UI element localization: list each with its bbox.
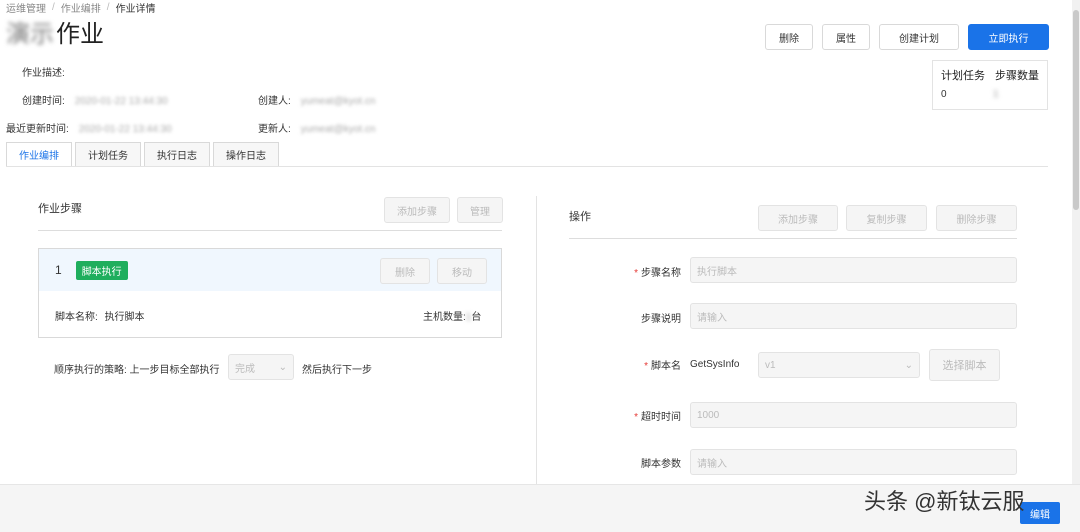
properties-button[interactable]: 属性 [822,24,870,50]
host-count-unit: 台 [471,312,482,323]
updated-time-value: 2020-01-22 13:44:30 [78,124,172,135]
tab-orchestration[interactable]: 作业编排 [6,142,72,166]
step-name-label: * 步骤名称 [634,268,681,279]
step-desc-input[interactable]: 请输入 [690,303,1017,329]
chevron-down-icon: ⌄ [278,361,287,373]
host-count-label: 主机数量: [423,312,466,323]
step-script-name: 脚本名称: 执行脚本 [55,308,145,323]
tab-divider [6,166,1048,167]
breadcrumb-ops[interactable]: 运维管理 [6,0,46,15]
updater: 更新人: yumeat@kyot.cn [258,120,375,135]
updated-time: 最近更新时间: 2020-01-22 13:44:30 [6,120,172,135]
breadcrumb-current: 作业详情 [115,3,156,15]
page-title-text: 作业 [56,21,104,48]
page-title-blurred: 演示 [6,21,54,48]
created-time-value: 2020-01-22 13:44:30 [74,96,168,107]
creator-value: yumeat@kyot.cn [300,96,376,107]
strategy-select-value: 完成 [235,363,255,375]
tab-plan-tasks[interactable]: 计划任务 [75,142,141,166]
created-time-label: 创建时间: [22,96,65,107]
page-title: 演示 作业 [6,14,104,49]
script-params-label: 脚本参数 [641,459,681,470]
steps-count-label: 步骤数量 [995,70,1039,82]
delete-button[interactable]: 删除 [765,24,813,50]
script-version-value: v1 [765,359,776,371]
tab-operation-log[interactable]: 操作日志 [213,142,279,166]
step-host-count: 主机数量:1台 [423,308,481,323]
execute-now-button[interactable]: 立即执行 [968,24,1049,50]
watermark: 头条 @新钛云服 [864,489,1025,514]
tab-execution-log[interactable]: 执行日志 [144,142,210,166]
script-version-select[interactable]: v1 ⌄ [758,352,920,378]
job-description-label: 作业描述: [22,68,65,79]
stats-box: 计划任务 步骤数量 0 1 [932,60,1048,110]
step-name-input[interactable]: 执行脚本 [690,257,1017,283]
chevron-down-icon: ⌄ [904,359,913,371]
strategy-suffix: 然后执行下一步 [302,365,372,376]
strategy-select[interactable]: 完成 ⌄ [228,354,294,380]
strategy-prefix: 顺序执行的策略: 上一步目标全部执行 [54,365,220,376]
creator-label: 创建人: [258,96,291,107]
script-params-input[interactable]: 请输入 [690,449,1017,475]
right-divider [569,238,1017,239]
step-desc-label: 步骤说明 [641,314,681,325]
tab-bar: 作业编排 计划任务 执行日志 操作日志 [6,142,282,166]
add-step-button[interactable]: 添加步骤 [384,197,450,223]
scrollbar-thumb[interactable] [1073,10,1079,210]
left-divider [38,230,502,231]
step-card-header: 1 脚本执行 删除 移动 [39,249,501,291]
breadcrumb-separator: / [106,1,110,13]
breadcrumb-separator: / [52,1,55,13]
script-name-label: * 脚本名 [644,361,681,372]
step-delete-button[interactable]: 删除 [380,258,430,284]
host-count-value: 1 [465,312,472,323]
step-move-button[interactable]: 移动 [437,258,487,284]
step-type-badge: 脚本执行 [75,260,128,280]
delete-step-button[interactable]: 删除步骤 [936,205,1017,231]
job-steps-title: 作业步骤 [38,203,82,215]
updater-label: 更新人: [258,124,291,135]
panel-divider [536,196,537,486]
updater-value: yumeat@kyot.cn [300,124,376,135]
operation-title: 操作 [569,211,591,223]
updated-time-label: 最近更新时间: [6,124,69,135]
creator: 创建人: yumeat@kyot.cn [258,92,375,107]
copy-step-button[interactable]: 复制步骤 [846,205,927,231]
breadcrumb-orchestration[interactable]: 作业编排 [61,0,101,15]
steps-count-value: 1 [993,89,999,100]
step-card[interactable]: 1 脚本执行 删除 移动 脚本名称: 执行脚本 主机数量:1台 [38,248,502,338]
step-script-name-value: 执行脚本 [104,312,145,323]
plan-tasks-value: 0 [941,89,947,100]
plan-tasks-label: 计划任务 [941,70,985,82]
step-index: 1 [55,263,62,277]
breadcrumb: 运维管理 / 作业编排 / 作业详情 [6,0,156,15]
timeout-input[interactable]: 1000 [690,402,1017,428]
script-name-value: GetSysInfo [690,359,740,370]
choose-script-button[interactable]: 选择脚本 [929,349,1000,381]
create-plan-button[interactable]: 创建计划 [879,24,959,50]
step-script-name-label: 脚本名称: [55,312,98,323]
edit-button[interactable]: 编辑 [1020,502,1060,524]
manage-button[interactable]: 管理 [457,197,503,223]
created-time: 创建时间: 2020-01-22 13:44:30 [22,92,168,107]
timeout-label: * 超时时间 [634,412,681,423]
add-step-button-right[interactable]: 添加步骤 [758,205,838,231]
